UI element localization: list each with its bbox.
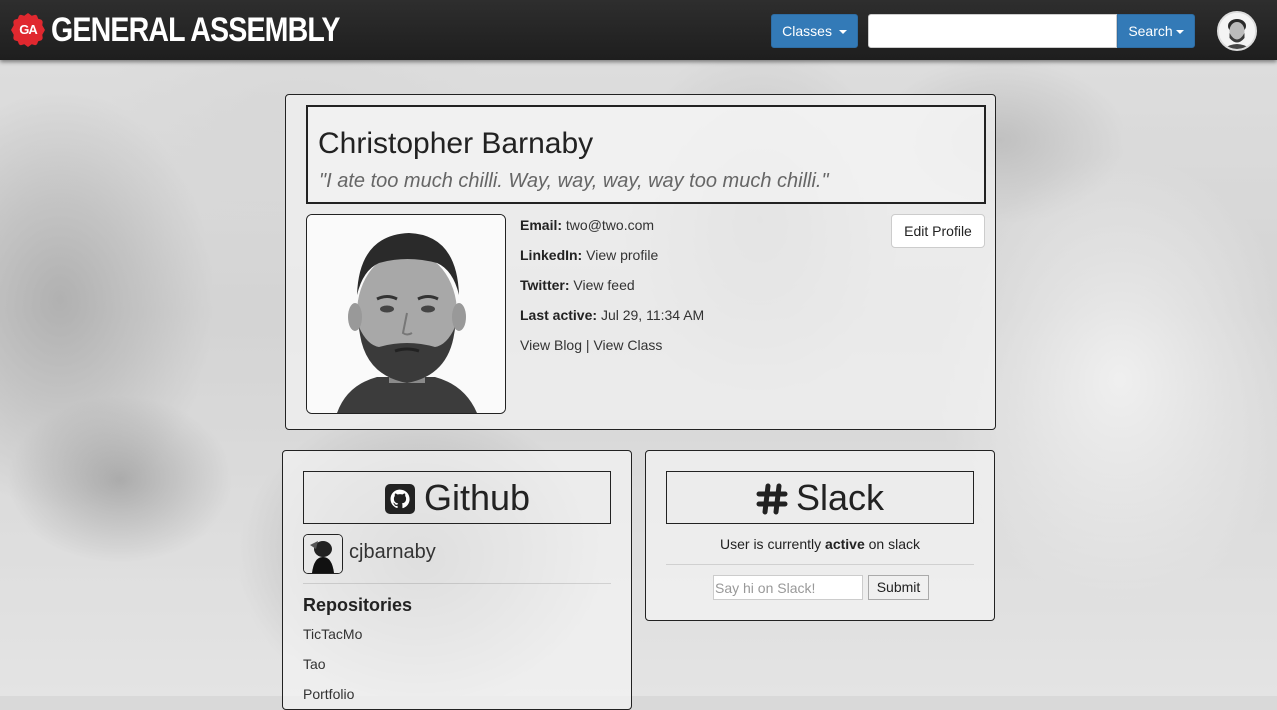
github-title: Github [423,477,531,518]
github-title-box: Github [303,471,611,524]
twitter-link[interactable]: View feed [573,277,634,293]
ga-logo-badge[interactable]: GA [11,13,45,47]
last-active-label: Last active: [520,307,598,323]
slack-hash-icon [756,483,788,515]
caret-down-icon [838,30,847,35]
github-icon [384,484,415,514]
search-input[interactable] [868,14,1117,48]
classes-label: Classes [782,23,832,39]
github-username[interactable]: cjbarnaby [349,541,436,564]
user-avatar-photo [1219,13,1255,49]
user-avatar[interactable] [1217,11,1257,51]
twitter-label: Twitter: [520,277,570,293]
search-dropdown-button[interactable]: Search [1117,14,1195,48]
view-class-link[interactable]: View Class [593,337,662,353]
repositories-heading: Repositories [303,595,413,615]
email-value: two@two.com [565,217,655,233]
classes-dropdown-button[interactable]: Classes [771,14,858,48]
last-active-row: Last active: Jul 29, 11:34 AM [520,306,704,336]
profile-photo [306,214,506,414]
profile-name: Christopher Barnaby [318,127,594,160]
slack-status-suffix: on slack [868,536,920,552]
slack-status: User is currently active on slack [646,536,994,552]
divider [666,564,974,565]
slack-message-input[interactable] [713,575,863,600]
repo-link[interactable]: Tao [303,656,326,672]
github-avatar [303,534,343,574]
edit-profile-button[interactable]: Edit Profile [891,214,985,248]
brand-name[interactable]: GENERAL ASSEMBLY [51,12,340,48]
profile-quote: "I ate too much chilli. Way, way, way, w… [319,170,829,192]
linkedin-label: LinkedIn: [520,247,583,263]
linkedin-link[interactable]: View profile [586,247,658,263]
profile-header: Christopher Barnaby "I ate too much chil… [306,105,986,204]
slack-card: Slack User is currently active on slack … [645,450,995,621]
slack-title: Slack [795,477,885,518]
email-label: Email: [520,217,563,233]
slack-status-prefix: User is currently [720,536,822,552]
profile-details: Email: two@two.com LinkedIn: View profil… [520,216,704,366]
link-separator: | [585,337,590,353]
profile-card: Christopher Barnaby "I ate too much chil… [285,94,996,430]
email-row: Email: two@two.com [520,216,704,246]
search-label: Search [1128,23,1173,39]
profile-photo-image [307,215,505,413]
view-blog-link[interactable]: View Blog [520,337,582,353]
repo-link[interactable]: TicTacMo [303,626,362,642]
twitter-row: Twitter: View feed [520,276,704,306]
last-active-value: Jul 29, 11:34 AM [600,307,705,323]
links-row: View Blog | View Class [520,336,704,366]
divider [303,583,611,584]
top-navbar: GA GENERAL ASSEMBLY Classes Search [0,0,1277,60]
slack-status-value: active [825,536,865,552]
github-avatar-image [304,535,342,573]
repo-link[interactable]: Portfolio [303,686,354,702]
github-card: Github cjbarnaby Repositories TicTacMo T… [282,450,632,710]
slack-submit-button[interactable]: Submit [868,575,929,600]
caret-down-icon [1175,30,1184,35]
slack-title-box: Slack [666,471,974,524]
linkedin-row: LinkedIn: View profile [520,246,704,276]
